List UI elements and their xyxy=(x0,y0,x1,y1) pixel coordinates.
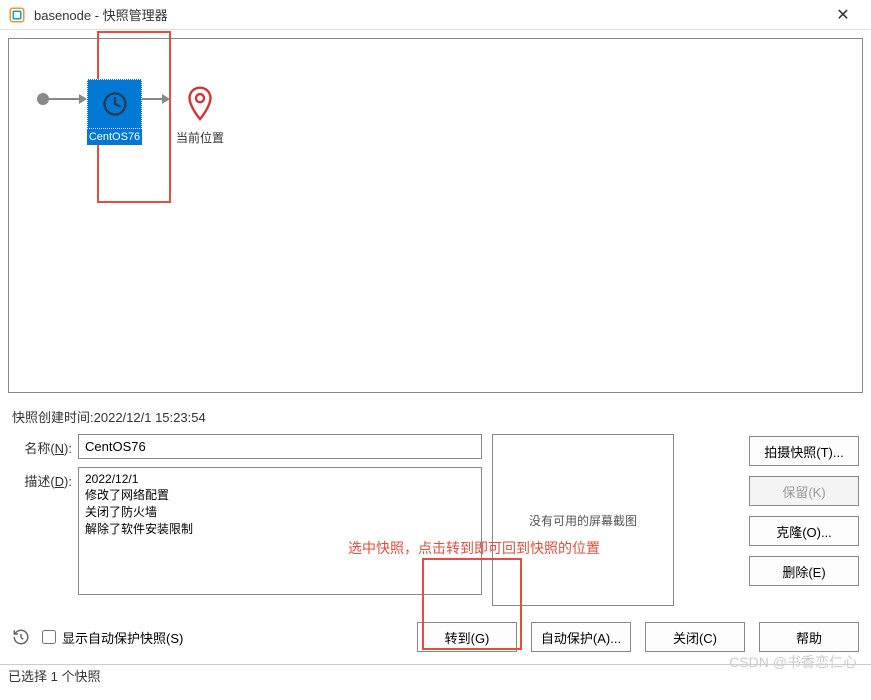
autoprotect-button[interactable]: 自动保护(A)... xyxy=(531,622,631,652)
current-position-label: 当前位置 xyxy=(176,129,224,146)
tree-connector xyxy=(142,98,162,100)
help-button[interactable]: 帮助 xyxy=(759,622,859,652)
name-input[interactable] xyxy=(78,434,482,459)
goto-button[interactable]: 转到(G) xyxy=(417,622,517,652)
screenshot-preview-box: 没有可用的屏幕截图 xyxy=(492,434,674,606)
snapshot-icon-box xyxy=(87,79,142,129)
statusbar: 已选择 1 个快照 xyxy=(0,664,871,686)
create-time-row: 快照创建时间:2022/12/1 15:23:54 xyxy=(12,407,859,426)
take-snapshot-button[interactable]: 拍摄快照(T)... xyxy=(749,436,859,466)
form-column: 名称(N): 描述(D): xyxy=(12,434,482,606)
app-icon xyxy=(8,6,26,24)
description-label: 描述(D): xyxy=(12,467,78,490)
tree-connector xyxy=(49,98,79,100)
current-position-node[interactable]: 当前位置 xyxy=(176,79,224,146)
window-title: basenode - 快照管理器 xyxy=(34,5,823,24)
snapshot-node-centos76[interactable]: CentOS76 xyxy=(87,79,142,145)
name-label: 名称(N): xyxy=(12,434,78,457)
snapshot-tree-panel: CentOS76 当前位置 xyxy=(8,38,863,393)
create-time-value: 2022/12/1 15:23:54 xyxy=(94,410,206,425)
autoprotect-checkbox-wrap[interactable]: 显示自动保护快照(S) xyxy=(42,628,403,647)
snapshot-node-label: CentOS76 xyxy=(87,129,142,145)
history-icon xyxy=(12,628,30,646)
autoprotect-checkbox[interactable] xyxy=(42,630,56,644)
clock-icon xyxy=(101,90,129,118)
screenshot-placeholder-text: 没有可用的屏幕截图 xyxy=(529,512,637,529)
tree-root-dot xyxy=(37,93,49,105)
location-pin-icon xyxy=(186,85,214,123)
bottom-bar: 显示自动保护快照(S) 转到(G) 自动保护(A)... 关闭(C) 帮助 xyxy=(0,614,871,664)
create-time-label: 快照创建时间: xyxy=(12,410,94,425)
tree-arrow-icon xyxy=(79,94,87,104)
snapshot-tree: CentOS76 当前位置 xyxy=(19,49,852,146)
titlebar: basenode - 快照管理器 ✕ xyxy=(0,0,871,30)
snapshot-details-panel: 快照创建时间:2022/12/1 15:23:54 名称(N): 描述(D): … xyxy=(0,401,871,614)
close-button[interactable]: 关闭(C) xyxy=(645,622,745,652)
clone-button[interactable]: 克隆(O)... xyxy=(749,516,859,546)
autoprotect-checkbox-label: 显示自动保护快照(S) xyxy=(62,628,183,647)
delete-button[interactable]: 删除(E) xyxy=(749,556,859,586)
statusbar-text: 已选择 1 个快照 xyxy=(8,666,100,685)
right-button-column: 拍摄快照(T)... 保留(K) 克隆(O)... 删除(E) xyxy=(749,434,859,606)
tree-arrow-icon xyxy=(162,94,170,104)
description-textarea[interactable] xyxy=(78,467,482,595)
keep-button: 保留(K) xyxy=(749,476,859,506)
close-window-button[interactable]: ✕ xyxy=(823,1,863,29)
